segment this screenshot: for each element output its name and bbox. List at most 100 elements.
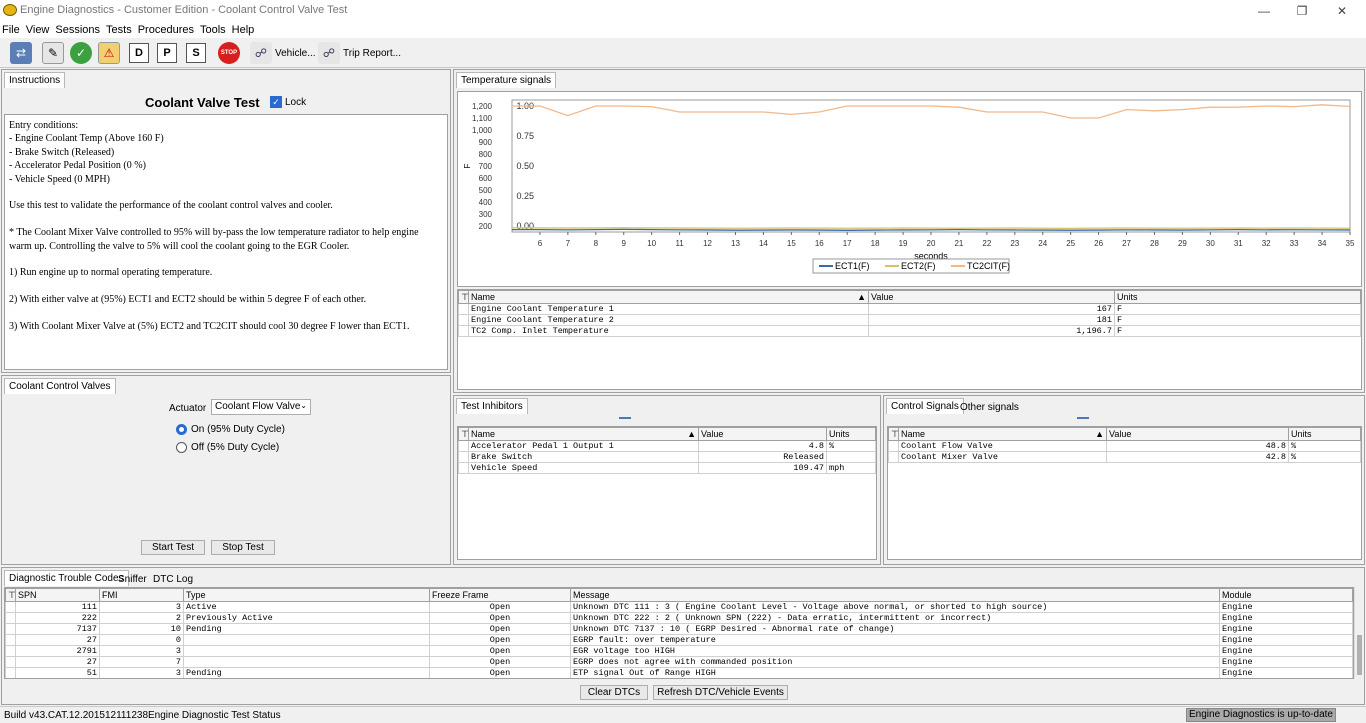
- radio-off[interactable]: Off (5% Duty Cycle): [176, 442, 279, 453]
- table-row[interactable]: TC2 Comp. Inlet Temperature 1,196.7 F: [458, 325, 1361, 337]
- filter-icon[interactable]: ⊤: [888, 427, 899, 441]
- dtc-row[interactable]: 27 7 Open EGRP does not agree with commande…: [5, 656, 1353, 668]
- actuator-select[interactable]: Coolant Flow Valve ⌄: [211, 399, 311, 415]
- dtc-row[interactable]: 2791 3 Open EGR voltage too HIGH Engine: [5, 645, 1353, 657]
- lock-checkbox[interactable]: ✓ Lock: [270, 96, 306, 108]
- instruction-line: - Brake Switch (Released): [9, 146, 115, 158]
- column-header-units[interactable]: Units: [826, 427, 876, 441]
- table-cell: Coolant Mixer Valve: [898, 451, 1107, 463]
- row-gutter: [458, 314, 469, 326]
- column-header-type[interactable]: Type: [183, 588, 430, 602]
- table-row[interactable]: Engine Coolant Temperature 1 167 F: [458, 303, 1361, 315]
- dtc-row[interactable]: 111 3 Active Open Unknown DTC 111 : 3 ( Engi…: [5, 601, 1353, 613]
- menu-file[interactable]: File: [2, 24, 20, 36]
- table-row[interactable]: Engine Coolant Temperature 2 181 F: [458, 314, 1361, 326]
- column-header-spn[interactable]: SPN: [15, 588, 100, 602]
- tab-control-signals[interactable]: Control Signals: [886, 398, 964, 414]
- dtc-row[interactable]: 51 3 Pending Open ETP signal Out of Range HI…: [5, 667, 1353, 678]
- column-header-units[interactable]: Units: [1114, 290, 1361, 304]
- d-button[interactable]: D: [129, 43, 149, 63]
- table-cell: 2: [99, 612, 184, 624]
- maximize-icon[interactable]: ❐: [1288, 2, 1316, 20]
- menu-help[interactable]: Help: [232, 24, 255, 36]
- dtc-row[interactable]: 27 0 Open EGRP fault: over temperature Engin…: [5, 634, 1353, 646]
- tab-instructions[interactable]: Instructions: [4, 72, 66, 88]
- table-cell: Active: [183, 601, 430, 613]
- dtc-row[interactable]: 7137 10 Pending Open Unknown DTC 7137 : 10 (…: [5, 623, 1353, 635]
- row-gutter: [5, 601, 16, 613]
- refresh-dtc-button[interactable]: Refresh DTC/Vehicle Events: [653, 685, 788, 700]
- tab-diagnostic-trouble-codes[interactable]: Diagnostic Trouble Codes: [4, 570, 129, 586]
- column-header-value[interactable]: Value: [1106, 427, 1289, 441]
- column-header-fmi[interactable]: FMI: [99, 588, 184, 602]
- filter-icon[interactable]: ⊤: [458, 427, 469, 441]
- tab-coolant-control-valves[interactable]: Coolant Control Valves: [4, 378, 116, 394]
- filter-icon[interactable]: ⊤: [458, 290, 469, 304]
- table-cell: 27: [15, 656, 100, 668]
- menu-tests[interactable]: Tests: [106, 24, 132, 36]
- y-tick-label: 800: [479, 150, 493, 159]
- dtc-scrollbar[interactable]: [1354, 587, 1364, 679]
- y-tick-label: 600: [479, 174, 493, 183]
- row-gutter: [888, 451, 899, 463]
- column-header-value[interactable]: Value: [698, 427, 827, 441]
- tab-dtc-log[interactable]: DTC Log: [149, 572, 197, 587]
- stop-icon[interactable]: STOP: [218, 42, 240, 64]
- table-cell: 0: [99, 634, 184, 646]
- temperature-signals-panel: Temperature signals 200 300 400 500 600 700 80…: [453, 69, 1365, 393]
- column-header-value[interactable]: Value: [868, 290, 1115, 304]
- vehicle-button[interactable]: ☍ Vehicle...: [250, 42, 316, 64]
- dtc-row[interactable]: 222 2 Previously Active Open Unknown DTC 222…: [5, 612, 1353, 624]
- table-row[interactable]: Coolant Mixer Valve 42.8%: [888, 451, 1361, 463]
- x-tick-label: 25: [1066, 239, 1075, 248]
- s-button[interactable]: S: [186, 43, 206, 63]
- check-icon[interactable]: ✓: [70, 42, 92, 64]
- column-header-name[interactable]: Name ▲: [898, 427, 1107, 441]
- menu-procedures[interactable]: Procedures: [138, 24, 194, 36]
- trip-report-button[interactable]: ☍ Trip Report...: [318, 42, 401, 64]
- start-test-button[interactable]: Start Test: [141, 540, 205, 555]
- instruction-line: 1) Run engine up to normal operating tem…: [9, 267, 213, 279]
- menu-sessions[interactable]: Sessions: [55, 24, 100, 36]
- legend-entry: TC2CIT(F): [967, 261, 1010, 271]
- stop-test-button[interactable]: Stop Test: [211, 540, 275, 555]
- tab-other-signals[interactable]: Other signals: [956, 400, 1023, 415]
- column-header-module[interactable]: Module: [1219, 588, 1353, 602]
- column-header-message[interactable]: Message: [570, 588, 1220, 602]
- x-tick-label: 31: [1234, 239, 1243, 248]
- splitter-handle[interactable]: [619, 417, 631, 419]
- column-header-name[interactable]: Name ▲: [468, 290, 869, 304]
- column-header-units[interactable]: Units: [1288, 427, 1361, 441]
- connect-icon[interactable]: ⇄: [10, 42, 32, 64]
- tab-test-inhibitors[interactable]: Test Inhibitors: [456, 398, 528, 414]
- alert-icon[interactable]: ⚠: [98, 42, 120, 64]
- tab-temperature-signals[interactable]: Temperature signals: [456, 72, 557, 88]
- x-tick-label: 7: [566, 239, 571, 248]
- column-header-freeze-frame[interactable]: Freeze Frame: [429, 588, 571, 602]
- table-cell: 3: [99, 667, 184, 678]
- table-cell: 2791: [15, 645, 100, 657]
- table-row[interactable]: Accelerator Pedal 1 Output 1 4.8%: [458, 440, 876, 452]
- row-gutter: [458, 451, 469, 463]
- clear-dtcs-button[interactable]: Clear DTCs: [580, 685, 648, 700]
- app-icon: [3, 4, 17, 16]
- menu-tools[interactable]: Tools: [200, 24, 226, 36]
- splitter-handle[interactable]: [1077, 417, 1089, 419]
- close-icon[interactable]: ✕: [1328, 2, 1356, 20]
- p-button[interactable]: P: [157, 43, 177, 63]
- minimize-icon[interactable]: —: [1250, 2, 1278, 20]
- radio-on[interactable]: On (95% Duty Cycle): [176, 424, 285, 435]
- filter-icon[interactable]: ⊤: [5, 588, 16, 602]
- table-row[interactable]: Coolant Flow Valve 48.8%: [888, 440, 1361, 452]
- menu-view[interactable]: View: [26, 24, 50, 36]
- tab-sniffer[interactable]: Sniffer: [114, 572, 151, 587]
- edit-icon[interactable]: ✎: [42, 42, 64, 64]
- chart-area: 200 300 400 500 600 700 800 900 1,000 1,100 1,200 0…: [457, 91, 1362, 287]
- table-row[interactable]: Brake Switch Released: [458, 451, 876, 463]
- table-row[interactable]: Vehicle Speed 109.47 mph: [458, 462, 876, 474]
- instruction-line: [9, 253, 443, 266]
- scrollbar-thumb[interactable]: [1357, 635, 1362, 675]
- y-tick-label: 400: [479, 198, 493, 207]
- column-header-name[interactable]: Name ▲: [468, 427, 699, 441]
- x-tick-label: 10: [647, 239, 656, 248]
